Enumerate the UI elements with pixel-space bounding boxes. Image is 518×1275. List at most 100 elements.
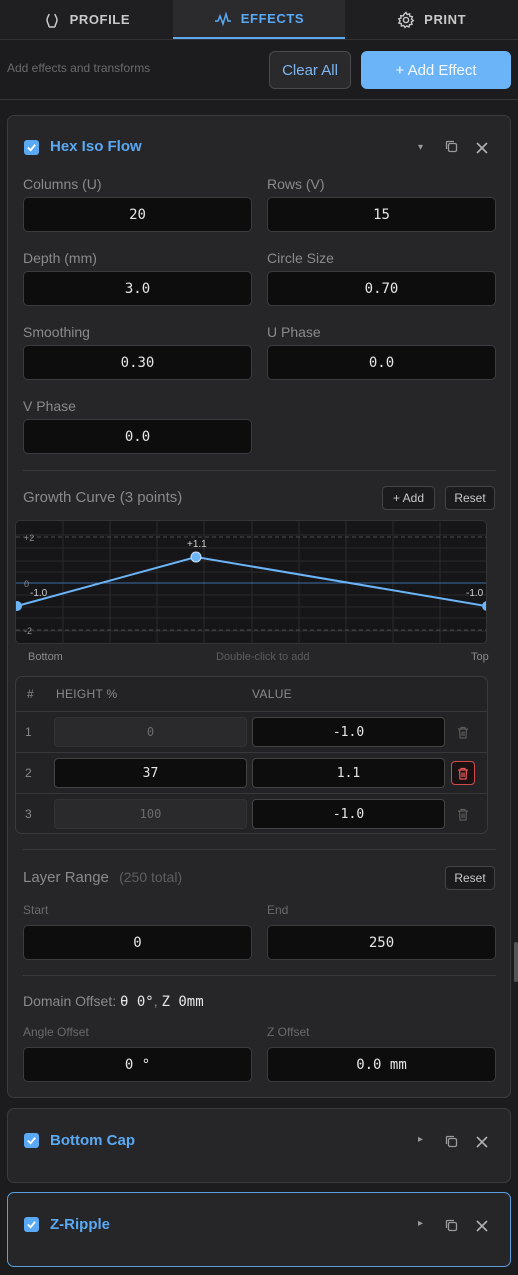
- tab-label: PROFILE: [69, 12, 131, 27]
- col-num-header: #: [27, 687, 34, 701]
- effect-card-z-ripple: Z-Ripple ▸: [7, 1192, 511, 1267]
- height-input[interactable]: 37: [54, 758, 247, 788]
- effect-enabled-checkbox[interactable]: [24, 140, 39, 155]
- close-icon[interactable]: [476, 1136, 488, 1148]
- smoothing-label: Smoothing: [23, 324, 90, 340]
- layer-start-input[interactable]: 0: [23, 925, 252, 960]
- axis-label-minus2: -2: [24, 626, 32, 636]
- clear-all-button[interactable]: Clear All: [269, 51, 351, 89]
- scrollbar-thumb[interactable]: [514, 942, 518, 982]
- domain-offset-title: Domain Offset: θ 0°, Z 0mm: [23, 993, 204, 1010]
- expand-caret-icon[interactable]: ▸: [418, 1134, 423, 1145]
- circle-size-input[interactable]: 0.70: [267, 271, 496, 306]
- add-effect-button[interactable]: + Add Effect: [361, 51, 511, 89]
- close-icon[interactable]: [476, 1220, 488, 1232]
- value-input[interactable]: -1.0: [252, 717, 445, 747]
- height-input: 0: [54, 717, 247, 747]
- end-label: End: [267, 903, 289, 917]
- trash-icon: [458, 808, 468, 821]
- close-icon[interactable]: [476, 142, 488, 154]
- growth-curve-svg: +2 0 -2 -1.0 +1.1 -1.0: [16, 521, 487, 643]
- reset-layer-range-button[interactable]: Reset: [445, 866, 495, 890]
- smoothing-input[interactable]: 0.30: [23, 345, 252, 380]
- effect-enabled-checkbox[interactable]: [24, 1217, 39, 1232]
- angle-offset-label: Angle Offset: [23, 1025, 89, 1039]
- add-point-button[interactable]: + Add: [382, 486, 435, 510]
- row-number: 1: [25, 725, 32, 739]
- effect-title: Hex Iso Flow: [50, 138, 142, 155]
- col-value-header: VALUE: [252, 687, 292, 701]
- growth-curve-title: Growth Curve (3 points): [23, 489, 182, 506]
- divider: [23, 849, 496, 850]
- z-offset-input[interactable]: 0.0 mm: [267, 1047, 496, 1082]
- point-label-1: -1.0: [30, 588, 48, 599]
- tab-profile[interactable]: PROFILE: [0, 0, 173, 39]
- v-phase-input[interactable]: 0.0: [23, 419, 252, 454]
- profile-icon: [45, 13, 58, 28]
- growth-curve-graph[interactable]: +2 0 -2 -1.0 +1.1 -1.0: [15, 520, 487, 644]
- depth-input[interactable]: 3.0: [23, 271, 252, 306]
- value-input[interactable]: 1.1: [252, 758, 445, 788]
- expand-caret-icon[interactable]: ▸: [418, 1218, 423, 1229]
- tab-effects[interactable]: EFFECTS: [172, 0, 346, 39]
- divider: [23, 975, 496, 976]
- graph-bottom-label: Bottom: [28, 651, 63, 663]
- domain-offset-title-text: Domain Offset:: [23, 993, 117, 1009]
- rows-input[interactable]: 15: [267, 197, 496, 232]
- u-phase-label: U Phase: [267, 324, 321, 340]
- trash-icon: [458, 767, 468, 780]
- effect-title: Z-Ripple: [50, 1216, 110, 1233]
- curve-point-2[interactable]: [190, 551, 202, 563]
- effects-toolbar: Add effects and transforms Clear All + A…: [0, 40, 518, 100]
- duplicate-icon[interactable]: [444, 1134, 459, 1149]
- delete-point-button[interactable]: [453, 804, 473, 824]
- point-label-3: -1.0: [466, 588, 484, 599]
- delete-point-button[interactable]: [451, 761, 475, 785]
- axis-label-plus2: +2: [24, 533, 34, 543]
- circle-size-label: Circle Size: [267, 250, 334, 266]
- angle-offset-input[interactable]: 0 °: [23, 1047, 252, 1082]
- graph-top-label: Top: [471, 651, 489, 663]
- layer-end-input[interactable]: 250: [267, 925, 496, 960]
- domain-offset-z: Z 0mm: [161, 994, 204, 1010]
- table-row: 1 0 -1.0: [16, 711, 487, 752]
- check-icon: [27, 1221, 36, 1229]
- gear-icon: [397, 10, 415, 29]
- growth-curve-title-text: Growth Curve: [23, 489, 116, 506]
- curve-point-3[interactable]: [482, 601, 487, 611]
- toolbar-hint: Add effects and transforms: [7, 61, 151, 75]
- layer-range-title-text: Layer Range: [23, 869, 109, 886]
- rows-label: Rows (V): [267, 176, 325, 192]
- tab-print[interactable]: PRINT: [345, 0, 518, 39]
- axis-label-zero: 0: [24, 579, 29, 589]
- v-phase-label: V Phase: [23, 398, 76, 414]
- effect-enabled-checkbox[interactable]: [24, 1133, 39, 1148]
- columns-input[interactable]: 20: [23, 197, 252, 232]
- trash-icon: [458, 726, 468, 739]
- growth-curve-count: (3 points): [119, 489, 183, 506]
- col-height-header: HEIGHT %: [56, 687, 118, 701]
- u-phase-input[interactable]: 0.0: [267, 345, 496, 380]
- point-label-2: +1.1: [187, 539, 207, 550]
- row-number: 3: [25, 807, 32, 821]
- z-offset-label: Z Offset: [267, 1025, 310, 1039]
- value-input[interactable]: -1.0: [252, 799, 445, 829]
- curve-points-table: # HEIGHT % VALUE 1 0 -1.0 2 37 1.1 3 100…: [15, 676, 488, 834]
- table-row: 3 100 -1.0: [16, 793, 487, 834]
- divider: [23, 470, 496, 471]
- effects-icon: [214, 10, 231, 26]
- duplicate-icon[interactable]: [444, 1218, 459, 1233]
- layer-range-total: (250 total): [119, 869, 183, 885]
- tab-label: EFFECTS: [240, 11, 305, 26]
- duplicate-icon[interactable]: [444, 139, 459, 154]
- check-icon: [27, 1137, 36, 1145]
- curve-point-1[interactable]: [16, 601, 22, 611]
- collapse-caret-icon[interactable]: ▾: [418, 142, 423, 153]
- reset-curve-button[interactable]: Reset: [445, 486, 495, 510]
- start-label: Start: [23, 903, 49, 917]
- layer-range-title: Layer Range (250 total): [23, 869, 182, 886]
- table-row: 2 37 1.1: [16, 752, 487, 793]
- height-input: 100: [54, 799, 247, 829]
- delete-point-button[interactable]: [453, 722, 473, 742]
- graph-hint: Double-click to add: [216, 651, 310, 663]
